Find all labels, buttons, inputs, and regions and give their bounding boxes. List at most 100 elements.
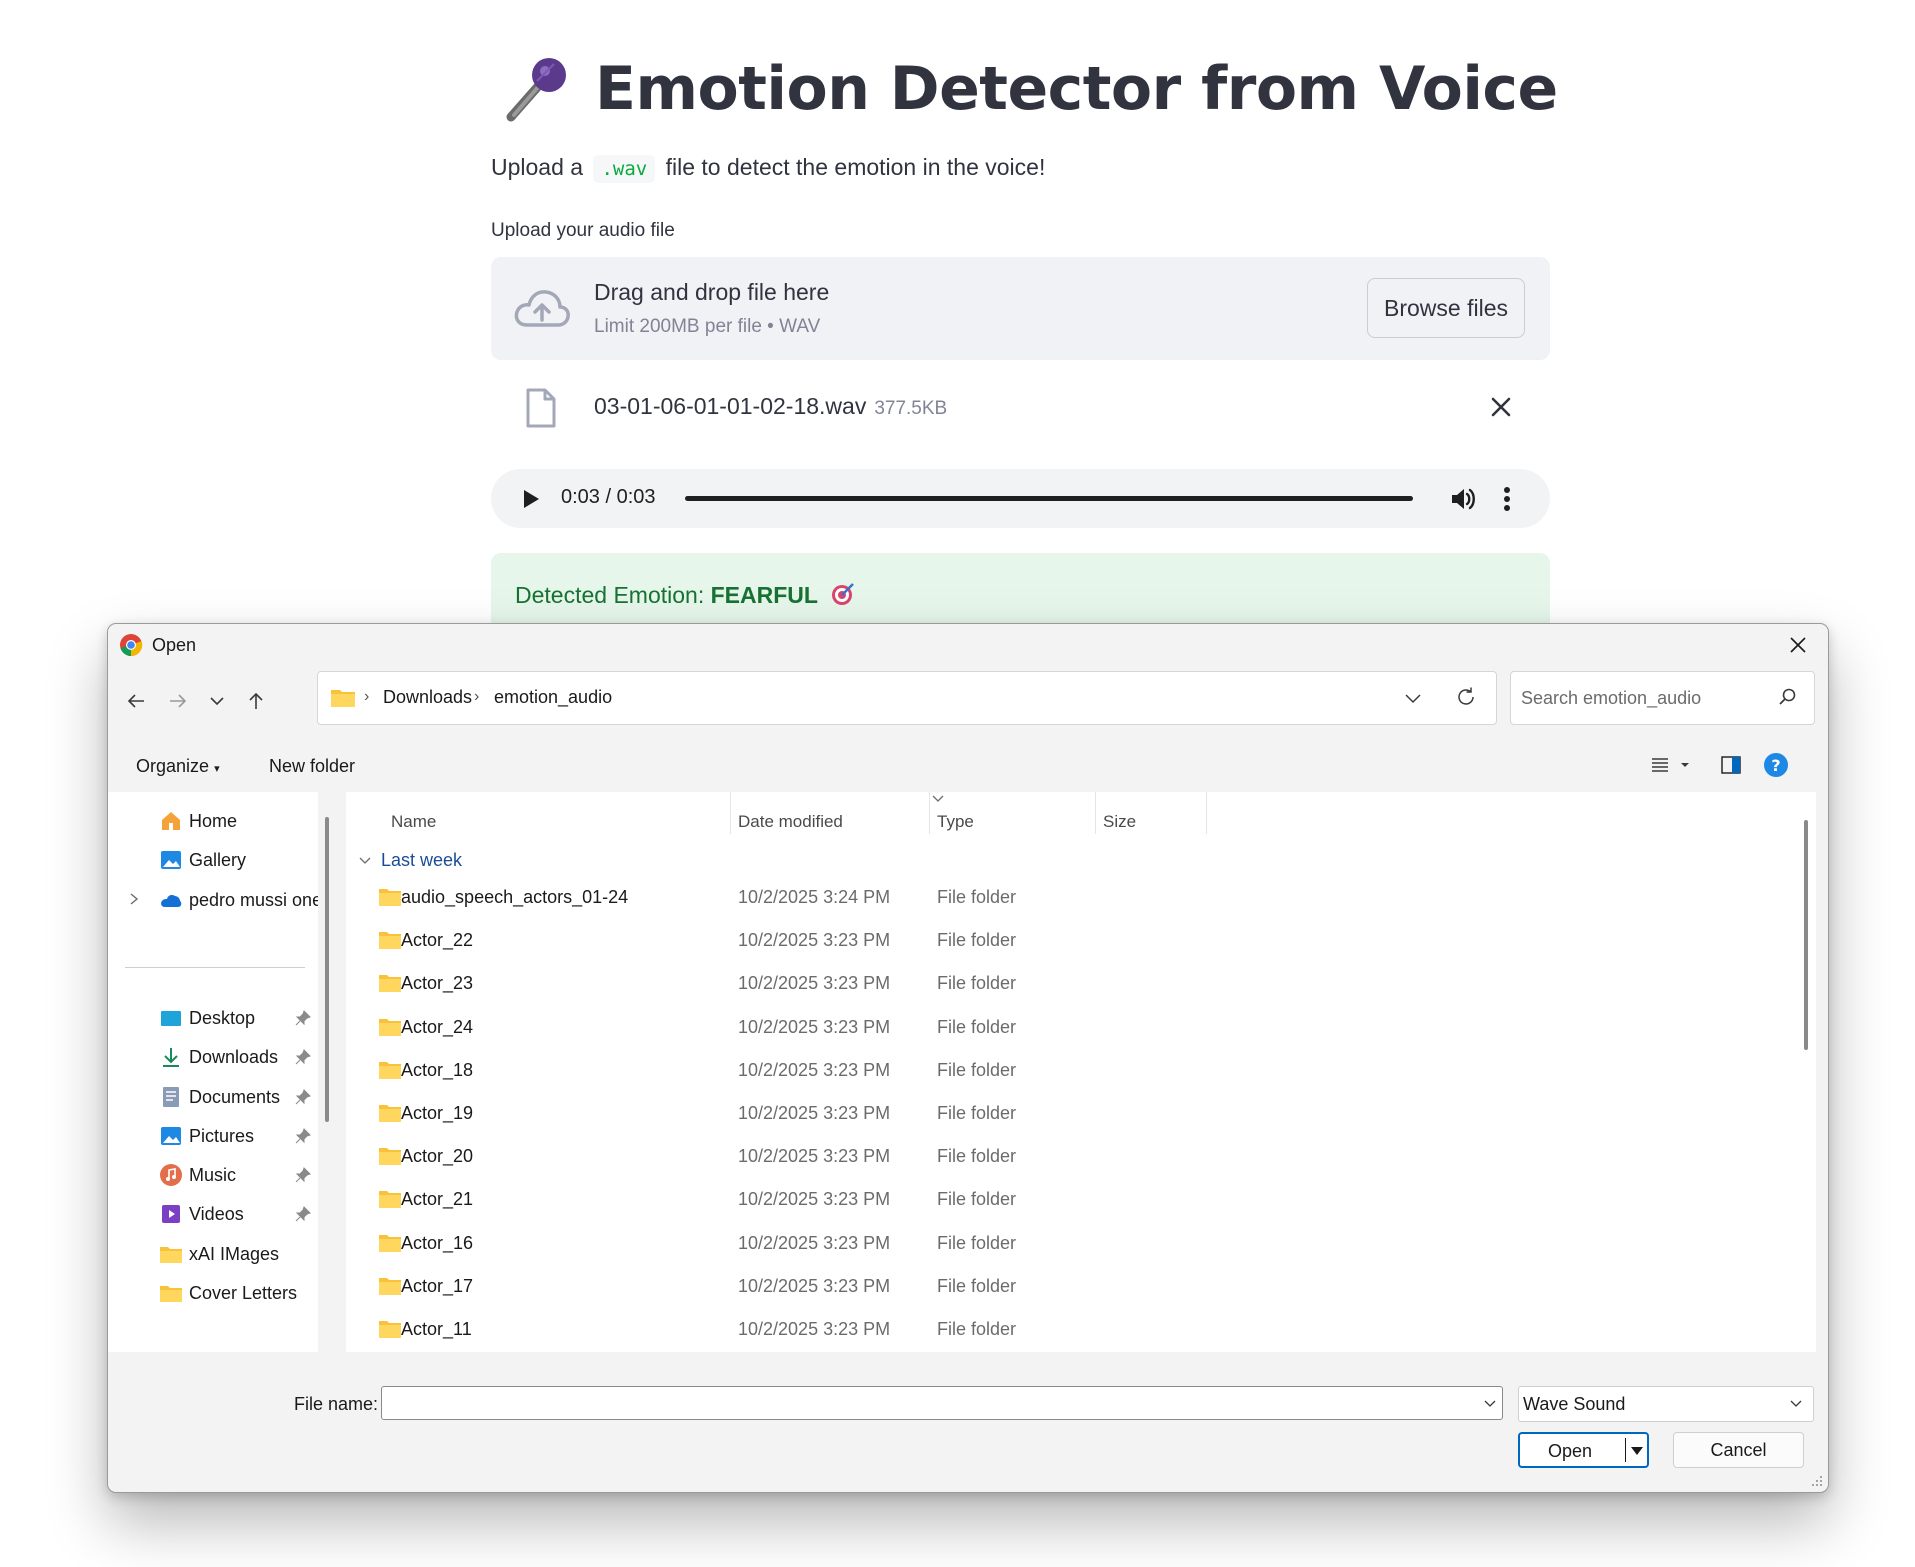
help-icon[interactable]: ? bbox=[1763, 752, 1789, 778]
column-divider[interactable] bbox=[730, 792, 731, 834]
file-row[interactable]: Actor_24 10/2/2025 3:23 PM File folder bbox=[346, 1007, 1808, 1050]
downloads-icon bbox=[163, 1048, 179, 1067]
file-row-date: 10/2/2025 3:23 PM bbox=[738, 1275, 891, 1296]
open-button-split bbox=[1625, 1438, 1626, 1462]
file-type-select[interactable]: Wave Sound bbox=[1518, 1386, 1814, 1422]
file-name-input[interactable] bbox=[381, 1386, 1503, 1420]
file-row-type: File folder bbox=[937, 1189, 1017, 1210]
preview-pane-icon[interactable] bbox=[1720, 754, 1742, 776]
open-button[interactable]: Open bbox=[1518, 1432, 1649, 1468]
file-row[interactable]: audio_speech_actors_01-24 10/2/2025 3:24 … bbox=[346, 877, 1808, 920]
file-name-dropdown-icon[interactable] bbox=[1483, 1399, 1497, 1409]
microphone-icon bbox=[506, 58, 566, 122]
file-list-scrollbar[interactable] bbox=[1798, 792, 1816, 1352]
detected-emotion-text: Detected Emotion: FEARFUL bbox=[515, 581, 856, 609]
sidebar-item-music[interactable]: Music bbox=[108, 1157, 318, 1193]
file-row[interactable]: Actor_20 10/2/2025 3:23 PM File folder bbox=[346, 1136, 1808, 1179]
file-row[interactable]: Actor_19 10/2/2025 3:23 PM File folder bbox=[346, 1093, 1808, 1136]
play-icon[interactable] bbox=[521, 488, 541, 510]
address-dropdown-icon[interactable] bbox=[1403, 688, 1423, 708]
search-box[interactable]: Search emotion_audio bbox=[1510, 671, 1815, 725]
pin-icon bbox=[295, 1128, 311, 1144]
documents-icon bbox=[163, 1087, 179, 1107]
dialog-close-icon[interactable] bbox=[1788, 635, 1808, 655]
sidebar-item-desktop[interactable]: Desktop bbox=[108, 1000, 318, 1036]
breadcrumb-separator-icon: › bbox=[364, 688, 370, 705]
search-icon[interactable] bbox=[1777, 687, 1797, 707]
organize-label: Organize bbox=[136, 756, 210, 776]
dropzone-subtitle: Limit 200MB per file • WAV bbox=[594, 316, 821, 337]
open-options-dropdown-icon[interactable] bbox=[1630, 1446, 1644, 1456]
sidebar-item-onedrive[interactable]: pedro mussi one bbox=[108, 882, 318, 918]
sidebar-item-label: xAI IMages bbox=[189, 1244, 280, 1264]
sidebar-item-cover-letters[interactable]: Cover Letters bbox=[108, 1275, 318, 1311]
breadcrumb-downloads[interactable]: Downloads bbox=[383, 687, 472, 708]
refresh-icon[interactable] bbox=[1455, 686, 1477, 708]
detected-emotion-prefix: Detected Emotion: bbox=[515, 582, 705, 608]
group-collapse-chevron-icon[interactable] bbox=[358, 854, 372, 868]
column-divider[interactable] bbox=[929, 792, 930, 834]
audio-progress-track[interactable] bbox=[685, 496, 1413, 501]
sidebar-item-label: Pictures bbox=[189, 1126, 255, 1146]
expand-chevron-icon[interactable] bbox=[127, 892, 141, 906]
file-row-type: File folder bbox=[937, 1146, 1017, 1167]
back-arrow-icon[interactable] bbox=[124, 689, 148, 713]
file-type-value: Wave Sound bbox=[1523, 1394, 1626, 1414]
sidebar-item-documents[interactable]: Documents bbox=[108, 1079, 318, 1115]
sidebar-item-gallery[interactable]: Gallery bbox=[108, 842, 318, 878]
column-divider[interactable] bbox=[1095, 792, 1096, 834]
file-row[interactable]: Actor_18 10/2/2025 3:23 PM File folder bbox=[346, 1050, 1808, 1093]
file-row-name: audio_speech_actors_01-24 bbox=[401, 887, 629, 907]
column-header-date[interactable]: Date modified bbox=[738, 812, 843, 832]
column-divider[interactable] bbox=[1206, 792, 1207, 834]
file-row[interactable]: Actor_16 10/2/2025 3:23 PM File folder bbox=[346, 1223, 1808, 1266]
file-row-name: Actor_24 bbox=[401, 1016, 474, 1037]
column-header-type[interactable]: Type bbox=[937, 812, 974, 832]
sidebar-item-xai-images[interactable]: xAI IMages bbox=[108, 1236, 318, 1272]
file-row-type: File folder bbox=[937, 1103, 1017, 1123]
sidebar-item-videos[interactable]: Videos bbox=[108, 1196, 318, 1232]
forward-arrow-icon[interactable] bbox=[166, 689, 190, 713]
sidebar-item-downloads[interactable]: Downloads bbox=[108, 1039, 318, 1075]
new-folder-button[interactable]: New folder bbox=[269, 756, 355, 777]
sidebar-item-home[interactable]: Home bbox=[108, 803, 318, 839]
file-row-date: 10/2/2025 3:23 PM bbox=[738, 1232, 891, 1253]
file-row-type: File folder bbox=[937, 1275, 1017, 1296]
browse-files-button[interactable]: Browse files bbox=[1367, 278, 1525, 338]
file-row[interactable]: Actor_23 10/2/2025 3:23 PM File folder bbox=[346, 963, 1808, 1006]
navigation-scrollbar-thumb[interactable] bbox=[325, 817, 329, 1122]
dialog-titlebar[interactable]: Open bbox=[108, 624, 1828, 666]
view-options-icon[interactable] bbox=[1650, 754, 1694, 776]
recent-locations-chevron-icon[interactable] bbox=[205, 689, 229, 713]
file-row-name: Actor_20 bbox=[401, 1146, 474, 1167]
file-row-date: 10/2/2025 3:23 PM bbox=[738, 1016, 891, 1037]
file-row[interactable]: Actor_21 10/2/2025 3:23 PM File folder bbox=[346, 1179, 1808, 1222]
file-name-label: File name: bbox=[294, 1394, 379, 1414]
sidebar-item-pictures[interactable]: Pictures bbox=[108, 1118, 318, 1154]
more-options-icon[interactable] bbox=[1503, 485, 1511, 513]
folder-icon bbox=[379, 1148, 401, 1166]
resize-grip-icon[interactable] bbox=[1811, 1475, 1823, 1487]
page-title-text: Emotion Detector from Voice bbox=[595, 54, 1558, 124]
file-dropzone[interactable]: Drag and drop file here Limit 200MB per … bbox=[491, 257, 1550, 360]
breadcrumb-emotion-audio[interactable]: emotion_audio bbox=[494, 687, 612, 708]
open-file-dialog: Open › Downloads › emotion_audio Search … bbox=[107, 623, 1829, 1493]
file-list-scrollbar-thumb[interactable] bbox=[1804, 820, 1808, 1050]
navigation-scrollbar[interactable] bbox=[319, 792, 337, 1352]
column-header-name[interactable]: Name bbox=[391, 812, 436, 832]
group-header-last-week[interactable]: Last week bbox=[381, 850, 462, 871]
volume-icon[interactable] bbox=[1449, 485, 1477, 513]
organize-menu[interactable]: Organize ▾ bbox=[136, 756, 220, 777]
column-header-size[interactable]: Size bbox=[1103, 812, 1136, 832]
file-row[interactable]: Actor_17 10/2/2025 3:23 PM File folder bbox=[346, 1266, 1808, 1309]
cancel-button[interactable]: Cancel bbox=[1673, 1432, 1804, 1468]
address-bar[interactable]: › Downloads › emotion_audio bbox=[317, 671, 1497, 725]
pin-icon bbox=[295, 1049, 311, 1065]
remove-file-icon[interactable] bbox=[1488, 394, 1514, 420]
svg-text:?: ? bbox=[1771, 756, 1780, 775]
file-icon bbox=[526, 388, 556, 428]
up-arrow-icon[interactable] bbox=[244, 689, 268, 713]
file-row[interactable]: Actor_11 10/2/2025 3:23 PM File folder bbox=[346, 1309, 1808, 1352]
file-row[interactable]: Actor_22 10/2/2025 3:23 PM File folder bbox=[346, 920, 1808, 963]
file-row-type: File folder bbox=[937, 930, 1017, 951]
